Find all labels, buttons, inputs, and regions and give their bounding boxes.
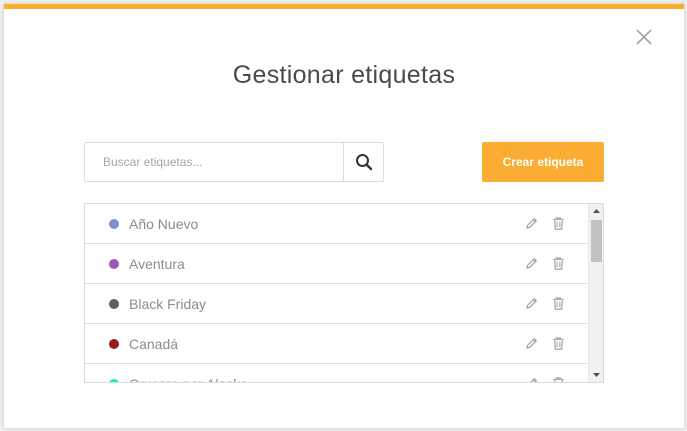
- manage-tags-modal: Gestionar etiquetas Crear etiqueta Año N…: [4, 4, 684, 428]
- tag-row[interactable]: Año Nuevo: [85, 204, 588, 244]
- trash-icon[interactable]: [551, 256, 566, 271]
- scroll-down-icon[interactable]: [589, 368, 603, 382]
- tag-color-dot: [109, 218, 119, 229]
- tag-color-dot: [109, 298, 119, 309]
- tag-label: Canadá: [129, 335, 179, 352]
- search-box: [84, 142, 384, 182]
- tag-list-items: Año Nuevo Aventura Black Friday Canadá: [85, 204, 588, 383]
- search-button[interactable]: [343, 143, 383, 181]
- close-icon[interactable]: [634, 27, 654, 47]
- tag-color-dot: [109, 378, 119, 382]
- pencil-icon[interactable]: [524, 216, 539, 231]
- tag-row[interactable]: Crucero por Alaska: [85, 364, 588, 383]
- trash-icon[interactable]: [551, 376, 566, 383]
- search-icon: [355, 154, 372, 171]
- trash-icon[interactable]: [551, 296, 566, 311]
- pencil-icon[interactable]: [524, 336, 539, 351]
- tag-row[interactable]: Aventura: [85, 244, 588, 284]
- tag-color-dot: [109, 338, 119, 349]
- list-scrollbar[interactable]: [588, 204, 603, 382]
- tag-label: Black Friday: [129, 295, 207, 312]
- modal-title: Gestionar etiquetas: [232, 61, 456, 89]
- pencil-icon[interactable]: [524, 376, 539, 383]
- tag-row[interactable]: Canadá: [85, 324, 588, 364]
- tag-label: Crucero por Alaska: [129, 376, 248, 383]
- tag-row[interactable]: Black Friday: [85, 284, 588, 324]
- search-input[interactable]: [85, 143, 343, 181]
- tag-label: Año Nuevo: [129, 215, 199, 232]
- scroll-up-icon[interactable]: [589, 204, 603, 218]
- pencil-icon[interactable]: [524, 256, 539, 271]
- pencil-icon[interactable]: [524, 296, 539, 311]
- tag-list: Año Nuevo Aventura Black Friday Canadá: [84, 203, 604, 383]
- scrollbar-thumb[interactable]: [591, 220, 602, 262]
- tag-color-dot: [109, 258, 119, 269]
- tag-actions: [524, 244, 566, 283]
- trash-icon[interactable]: [551, 336, 566, 351]
- trash-icon[interactable]: [551, 216, 566, 231]
- tag-actions: [524, 204, 566, 243]
- tag-actions: [524, 284, 566, 323]
- tag-label: Aventura: [129, 255, 185, 272]
- tag-actions: [524, 324, 566, 363]
- create-tag-button[interactable]: Crear etiqueta: [482, 142, 604, 182]
- tag-actions: [524, 364, 566, 383]
